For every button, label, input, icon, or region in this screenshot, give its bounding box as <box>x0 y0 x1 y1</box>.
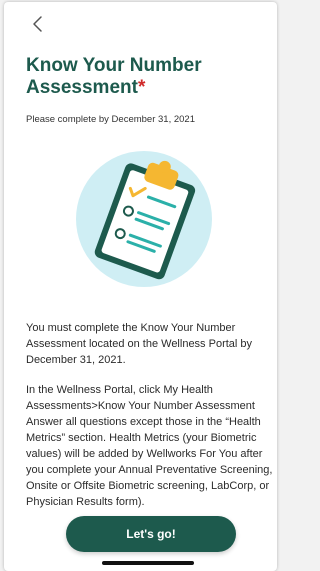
instructions-paragraph-1: You must complete the Know Your Number A… <box>26 322 253 366</box>
instructions-paragraph-2: In the Wellness Portal, click My Health … <box>26 384 255 412</box>
required-marker: * <box>137 77 146 98</box>
page-title-text: Know Your Number Assessment <box>26 55 202 98</box>
chevron-left-icon <box>33 16 42 32</box>
back-button[interactable] <box>30 14 46 34</box>
lets-go-button[interactable]: Let's go! <box>66 516 236 552</box>
page-title: Know Your Number Assessment* <box>26 55 266 99</box>
clipboard-checklist-icon <box>76 151 212 287</box>
assessment-card: Know Your Number Assessment* Please comp… <box>4 2 277 571</box>
home-indicator[interactable] <box>102 561 194 565</box>
due-date-text: Please complete by December 31, 2021 <box>26 114 195 125</box>
instructions-paragraph-3: Answer all questions except those in the… <box>26 416 273 508</box>
instructions: You must complete the Know Your Number A… <box>26 320 274 510</box>
